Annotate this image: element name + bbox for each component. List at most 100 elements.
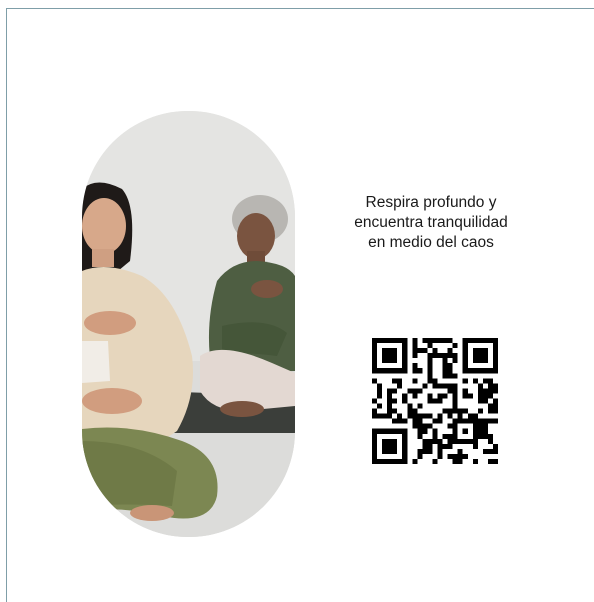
qr-module — [487, 433, 493, 439]
qr-module — [487, 388, 493, 394]
qr-module — [392, 398, 398, 404]
qr-module — [492, 448, 498, 454]
qr-module — [487, 418, 493, 424]
qr-module — [407, 413, 413, 419]
qr-module — [417, 413, 423, 419]
qr-module — [432, 383, 438, 389]
qr-module — [432, 438, 438, 444]
qr-module — [432, 378, 438, 384]
qr-module — [482, 433, 488, 439]
meditation-photo — [82, 111, 295, 537]
qr-module — [487, 378, 493, 384]
qr-module — [432, 353, 438, 359]
qr-module — [477, 388, 483, 394]
qr-module — [417, 428, 423, 434]
qr-module — [407, 388, 413, 394]
qr-module — [437, 438, 443, 444]
qr-module — [427, 353, 433, 359]
qr-module — [382, 413, 388, 419]
qr-module — [372, 413, 378, 419]
qr-module — [417, 418, 423, 424]
qr-module — [472, 348, 488, 364]
qr-module — [442, 383, 448, 389]
qr-module — [372, 408, 378, 414]
qr-module — [432, 348, 438, 354]
qr-module — [452, 343, 458, 349]
qr-code[interactable] — [372, 338, 498, 464]
qr-module — [492, 458, 498, 464]
qr-module — [457, 413, 463, 419]
qr-module — [427, 378, 433, 384]
qr-module — [402, 418, 408, 424]
qr-module — [477, 408, 483, 414]
qr-module — [417, 368, 423, 374]
qr-module — [437, 448, 443, 454]
qr-module — [482, 393, 488, 399]
qr-module — [372, 398, 378, 404]
qr-module — [447, 363, 453, 369]
qr-module — [437, 413, 443, 419]
qr-module — [482, 418, 488, 424]
qr-module — [387, 403, 393, 409]
qr-module — [412, 393, 418, 399]
qr-module — [432, 338, 438, 344]
qr-module — [427, 363, 433, 369]
qr-module — [437, 338, 443, 344]
qr-module — [422, 428, 428, 434]
qr-code-icon — [372, 338, 498, 464]
qr-module — [432, 418, 438, 424]
qr-module — [487, 438, 493, 444]
qr-module — [412, 343, 418, 349]
qr-module — [462, 388, 468, 394]
qr-module — [387, 393, 393, 399]
qr-module — [412, 348, 418, 354]
qr-module — [477, 393, 483, 399]
qr-module — [462, 393, 468, 399]
qr-module — [382, 438, 398, 454]
qr-module — [437, 398, 443, 404]
qr-module — [427, 398, 433, 404]
qr-module — [427, 438, 433, 444]
qr-module — [417, 403, 423, 409]
qr-module — [452, 373, 458, 379]
qr-module — [487, 383, 493, 389]
qr-module — [387, 398, 393, 404]
qr-module — [472, 413, 478, 419]
qr-module — [437, 353, 443, 359]
qr-module — [417, 423, 423, 429]
qr-module — [457, 458, 463, 464]
qr-module — [432, 398, 438, 404]
qr-module — [442, 433, 448, 439]
qr-module — [477, 383, 483, 389]
qr-module — [447, 443, 453, 449]
qr-module — [412, 458, 418, 464]
qr-module — [427, 393, 433, 399]
qr-module — [487, 448, 493, 454]
qr-module — [462, 378, 468, 384]
qr-module — [447, 413, 453, 419]
qr-module — [427, 423, 433, 429]
qr-module — [452, 453, 458, 459]
qr-module — [397, 413, 403, 419]
qr-module — [417, 348, 423, 354]
qr-module — [422, 413, 428, 419]
qr-module — [492, 418, 498, 424]
qr-module — [407, 408, 413, 414]
qr-module — [482, 398, 488, 404]
qr-module — [462, 428, 468, 434]
qr-module — [472, 378, 478, 384]
qr-module — [377, 383, 383, 389]
qr-module — [427, 368, 433, 374]
qr-module — [377, 388, 383, 394]
qr-module — [447, 368, 453, 374]
qr-module — [482, 378, 488, 384]
qr-module — [442, 408, 448, 414]
qr-module — [487, 408, 493, 414]
qr-module — [492, 398, 498, 404]
qr-module — [437, 443, 443, 449]
qr-module — [412, 418, 418, 424]
qr-module — [442, 353, 448, 359]
qr-module — [437, 418, 443, 424]
qr-module — [392, 418, 398, 424]
qr-module — [472, 458, 478, 464]
